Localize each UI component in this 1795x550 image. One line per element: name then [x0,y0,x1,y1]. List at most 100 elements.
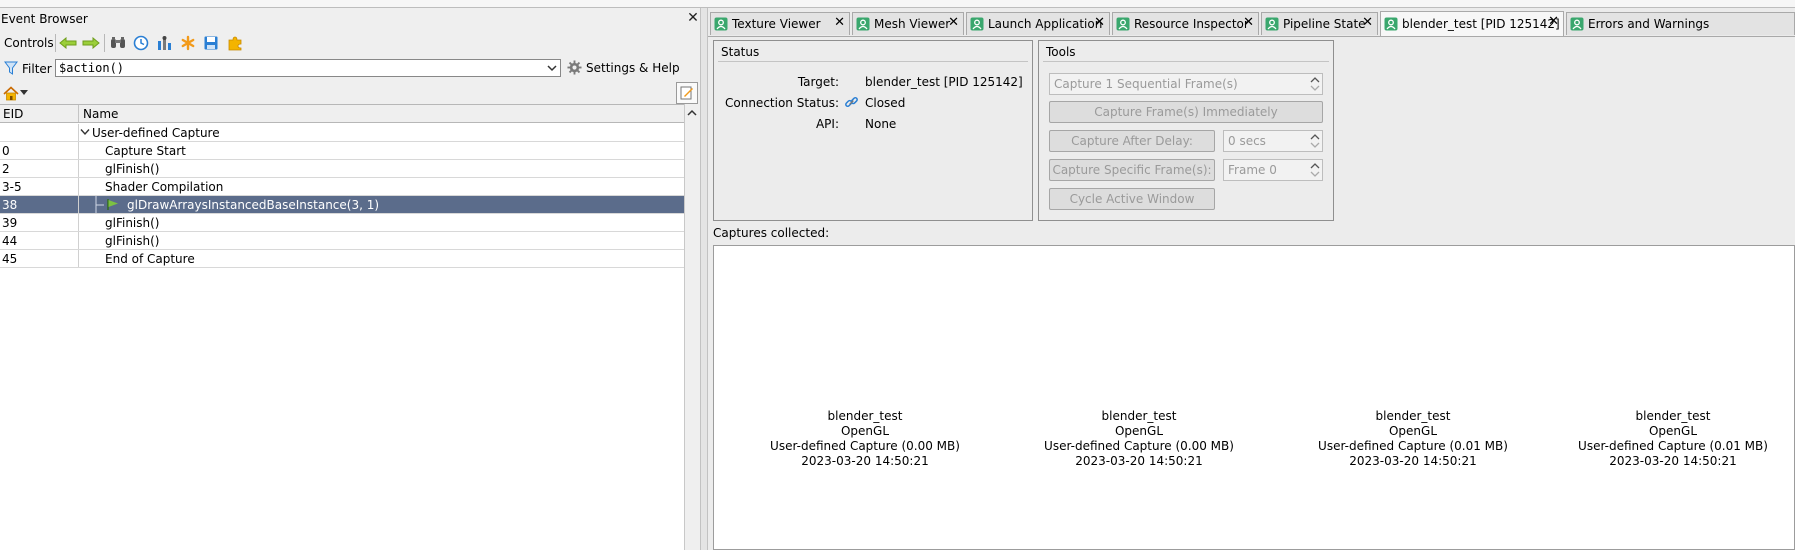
time-clock-icon[interactable] [130,32,152,54]
tab-mesh-viewer[interactable]: Mesh Viewer ✕ [852,12,964,35]
close-icon[interactable]: ✕ [834,16,845,30]
scroll-up-icon[interactable] [685,106,699,120]
connection-link-icon [844,95,859,110]
tab-launch-application[interactable]: Launch Application ✕ [966,12,1110,35]
capture-specific-frames-button[interactable]: Capture Specific Frame(s): [1049,159,1215,181]
chevron-down-icon[interactable] [80,128,90,136]
row-name: glFinish() [105,234,160,248]
timeline-bars-icon[interactable] [153,32,175,54]
spin-down-icon[interactable] [1309,141,1321,150]
captures-collected-label: Captures collected: [713,226,830,240]
frame-spinbox[interactable]: Frame 0 [1223,159,1323,181]
plugin-puzzle-icon[interactable] [224,32,246,54]
close-icon[interactable]: ✕ [686,11,700,25]
window-top-edge [0,0,1795,8]
spin-up-icon[interactable] [1309,75,1321,84]
window-tab-icon [856,17,870,31]
capture-item[interactable]: blender_test OpenGL User-defined Capture… [745,409,985,469]
row-eid: 39 [2,216,18,230]
previous-arrow-icon[interactable] [57,32,79,54]
find-binoculars-icon[interactable] [107,32,129,54]
sequential-frames-value: Capture 1 Sequential Frame(s) [1054,77,1238,91]
row-eid: 38 [2,198,18,212]
chevron-down-icon[interactable] [545,61,559,75]
capture-name: blender_test [1375,409,1451,423]
capture-immediately-button[interactable]: Capture Frame(s) Immediately [1049,101,1323,123]
controls-toolbar: Controls [0,30,700,56]
delay-value: 0 secs [1228,134,1266,148]
capture-timestamp: 2023-03-20 14:50:21 [1349,454,1477,468]
table-row[interactable]: 3-5 Shader Compilation [0,178,684,196]
column-divider [78,160,79,177]
column-divider [78,124,79,141]
capture-item[interactable]: blender_test OpenGL User-defined Capture… [1553,409,1793,469]
filter-label: Filter [22,62,52,76]
tools-group: Tools Capture 1 Sequential Frame(s) Capt… [1038,40,1334,221]
spin-up-icon[interactable] [1309,132,1321,141]
save-disk-icon[interactable] [200,32,222,54]
frame-value: Frame 0 [1228,163,1277,177]
close-icon[interactable]: ✕ [1243,16,1254,30]
event-browser-title: Event Browser [1,12,88,26]
row-name: User-defined Capture [92,126,220,140]
capture-name: blender_test [1101,409,1177,423]
column-header-eid[interactable]: EID [3,107,23,121]
column-header-name[interactable]: Name [78,105,118,122]
row-name: Capture Start [105,144,186,158]
capture-description: User-defined Capture (0.01 MB) [1318,439,1508,453]
capture-after-delay-button[interactable]: Capture After Delay: [1049,130,1215,152]
table-row[interactable]: 44 glFinish() [0,232,684,250]
tab-pipeline-state[interactable]: Pipeline State ✕ [1261,12,1378,35]
column-divider [78,250,79,267]
tools-group-title: Tools [1046,45,1076,59]
event-tree-scrollbar[interactable] [684,104,700,550]
window-tab-icon [970,17,984,31]
tab-resource-inspector[interactable]: Resource Inspector ✕ [1112,12,1259,35]
spin-down-icon[interactable] [1309,84,1321,93]
connection-status-value: Closed [865,96,906,110]
filter-input[interactable]: $action() [55,59,561,77]
table-row-selected[interactable]: 38 glDrawArraysInstancedBaseInstance(3, … [0,196,684,214]
close-icon[interactable]: ✕ [1094,16,1105,30]
capture-timestamp: 2023-03-20 14:50:21 [801,454,929,468]
filter-funnel-icon [2,58,20,78]
bookmark-asterisk-icon[interactable] [177,32,199,54]
table-row[interactable]: 0 Capture Start [0,142,684,160]
tab-bar: Texture Viewer ✕ Mesh Viewer ✕ Launch Ap… [708,10,1795,37]
tab-blender-test[interactable]: blender_test [PID 125142] ✕ [1380,11,1564,36]
pane-splitter[interactable] [700,8,708,550]
current-event-flag-icon [107,199,119,210]
filter-row: Filter $action() Settings & Help [0,57,700,81]
capture-api: OpenGL [1388,424,1438,438]
tab-errors-and-warnings[interactable]: Errors and Warnings [1566,12,1795,35]
tab-label: Texture Viewer [732,17,821,31]
target-value: blender_test [PID 125142] [865,75,1023,89]
table-row[interactable]: 2 glFinish() [0,160,684,178]
sequential-frames-spinbox[interactable]: Capture 1 Sequential Frame(s) [1049,73,1323,95]
bookmark-row [0,82,700,106]
column-divider [78,214,79,231]
close-icon[interactable]: ✕ [1362,16,1373,30]
settings-help-button[interactable]: Settings & Help [567,60,680,75]
dropdown-arrow-icon[interactable] [18,82,30,104]
next-arrow-icon[interactable] [80,32,102,54]
tab-label: Mesh Viewer [874,17,951,31]
status-group: Status Target: blender_test [PID 125142]… [713,40,1033,221]
tab-texture-viewer[interactable]: Texture Viewer ✕ [710,12,850,35]
delay-spinbox[interactable]: 0 secs [1223,130,1323,152]
close-icon[interactable]: ✕ [1548,15,1559,29]
captures-list: blender_test OpenGL User-defined Capture… [713,245,1795,550]
edit-notes-icon[interactable] [676,82,698,104]
capture-item[interactable]: blender_test OpenGL User-defined Capture… [1019,409,1259,469]
spin-down-icon[interactable] [1309,170,1321,179]
spin-up-icon[interactable] [1309,161,1321,170]
capture-item[interactable]: blender_test OpenGL User-defined Capture… [1293,409,1533,469]
table-row[interactable]: 39 glFinish() [0,214,684,232]
api-label: API: [815,117,839,131]
table-row[interactable]: 45 End of Capture [0,250,684,268]
connection-status-label: Connection Status: [725,96,839,110]
close-icon[interactable]: ✕ [948,16,959,30]
table-row[interactable]: User-defined Capture [0,124,684,142]
cycle-active-window-button[interactable]: Cycle Active Window [1049,188,1215,210]
row-name: End of Capture [105,252,195,266]
